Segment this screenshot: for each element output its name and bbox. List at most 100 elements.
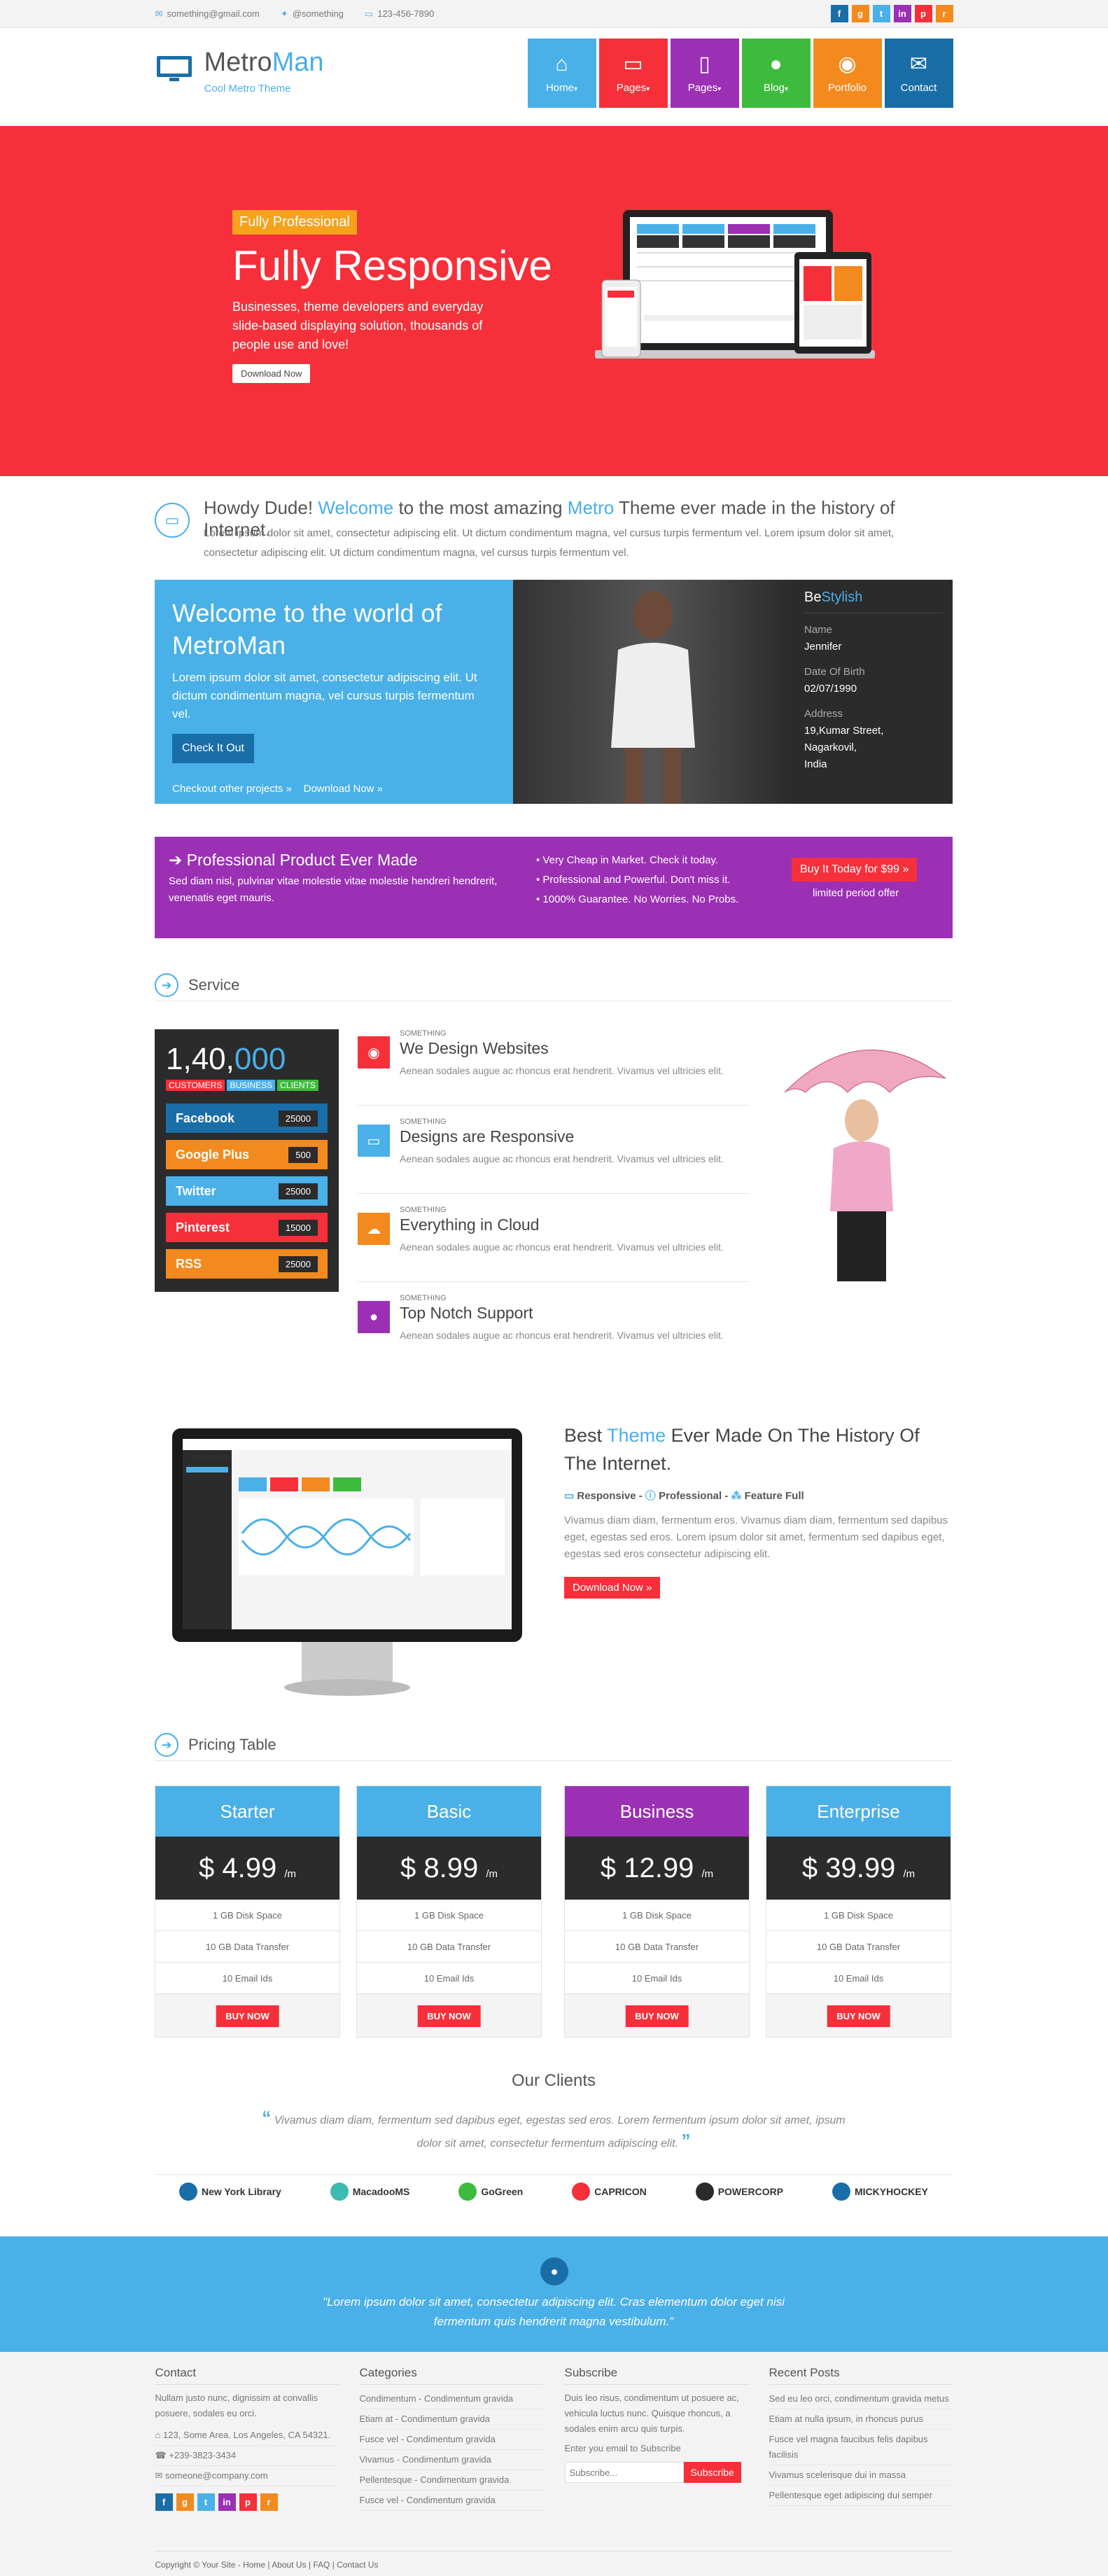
plan-price: $ 39.99 /m <box>766 1837 951 1900</box>
download-now-link[interactable]: Download Now » <box>304 783 383 795</box>
sitemap-icon: ⁂ <box>731 1490 742 1502</box>
category-link[interactable]: Vivamus - Condimentum gravida <box>359 2450 544 2470</box>
currency: $ <box>600 1853 617 1884</box>
linkedin-icon[interactable]: in <box>218 2493 236 2511</box>
google-plus-icon[interactable]: g <box>176 2493 194 2511</box>
model-photo <box>513 580 794 804</box>
service-heading: ➔ Service <box>155 973 953 1001</box>
divider <box>358 1281 750 1282</box>
stat-label: Twitter <box>176 1183 216 1198</box>
stat-label: RSS <box>176 1256 202 1271</box>
service-text: Aenean sodales augue ac rhoncus erat hen… <box>400 1153 724 1164</box>
price-value: 4.99 <box>222 1853 277 1884</box>
buy-now-button[interactable]: BUY NOW <box>417 2005 481 2027</box>
category-link[interactable]: Fusce vel - Condimentum gravida <box>359 2491 544 2511</box>
client-logo[interactable]: MacadooMS <box>330 2175 410 2208</box>
plan-name: Basic <box>357 1786 541 1837</box>
client-logo[interactable]: MICKYHOCKEY <box>832 2175 928 2208</box>
footer-email[interactable]: ✉ someone@company.com <box>155 2466 339 2486</box>
client-logo-mark <box>832 2182 850 2201</box>
service-text: Aenean sodales augue ac rhoncus erat hen… <box>400 1330 724 1341</box>
subscribe-button[interactable]: Subscribe <box>683 2462 741 2483</box>
plan-feature: 1 GB Disk Space <box>155 1900 339 1931</box>
stat-row-pinterest[interactable]: Pinterest 15000 <box>166 1213 328 1242</box>
footer-recent-posts: Recent Posts Sed eu leo orci, condimentu… <box>769 2366 953 2506</box>
feature-text: Lorem ipsum dolor sit amet, consectetur … <box>172 671 477 720</box>
other-projects-link[interactable]: Checkout other projects » <box>172 783 292 795</box>
promo-title: ➔ Professional Product Ever Made <box>169 851 418 869</box>
client-logo[interactable]: POWERCORP <box>695 2175 783 2208</box>
best-theme-title: Best Theme Ever Made On The History Of T… <box>564 1425 920 1474</box>
monitor-icon: ▭ <box>358 1125 390 1157</box>
price-period: /m <box>903 1868 916 1880</box>
envelope-icon: ✉ <box>155 2470 163 2481</box>
welcome-text: Lorem ipsum dolor sit amet, consectetur … <box>204 527 895 559</box>
stat-row-rss[interactable]: RSS 25000 <box>166 1249 328 1279</box>
copyright: Copyright © Your Site - Home | About Us … <box>155 2551 953 2570</box>
plan-feature: 10 GB Data Transfer <box>565 1931 749 1963</box>
pricing-plan-starter: Starter $ 4.99 /m 1 GB Disk Space 10 GB Dat… <box>155 1785 340 2038</box>
stat-row-facebook[interactable]: Facebook 25000 <box>166 1103 328 1133</box>
service-title: Everything in Cloud <box>400 1216 540 1234</box>
stat-chip: CUSTOMERS <box>166 1080 225 1091</box>
category-link[interactable]: Fusce vel - Condimentum gravida <box>359 2430 544 2450</box>
pricing-title: Pricing Table <box>188 1736 276 1753</box>
arrow-circle-icon: ➔ <box>155 973 178 997</box>
best-download-button[interactable]: Download Now » <box>564 1577 661 1599</box>
recent-post-link[interactable]: Etiam at nulla ipsum, in rhoncus purus <box>769 2409 953 2430</box>
check-it-out-button[interactable]: Check It Out <box>172 734 254 763</box>
buy-now-button[interactable]: BUY NOW <box>827 2005 890 2027</box>
client-name: MacadooMS <box>352 2186 410 2197</box>
recent-post-link[interactable]: Pellentesque eget adipiscing dui semper <box>769 2486 953 2506</box>
promo-text: Sed diam nisl, pulvinar vitae molestie v… <box>169 875 498 904</box>
pinterest-icon[interactable]: p <box>239 2493 257 2511</box>
plan-feature: 10 GB Data Transfer <box>155 1931 339 1963</box>
dob-value: 02/07/1990 <box>804 683 857 695</box>
plan-price: $ 8.99 /m <box>357 1837 541 1900</box>
promo-note: limited period offer <box>813 887 899 899</box>
rss-icon[interactable]: r <box>260 2493 278 2511</box>
price-value: 12.99 <box>624 1853 694 1884</box>
buy-today-button[interactable]: Buy It Today for $99 » <box>792 858 918 882</box>
plan-feature: 1 GB Disk Space <box>357 1900 541 1931</box>
recent-post-link[interactable]: Fusce vel magna faucibus felis dapibus f… <box>769 2430 953 2465</box>
plan-feature: 10 Email Ids <box>155 1963 339 1994</box>
footer-categories-title: Categories <box>359 2366 544 2385</box>
facebook-icon[interactable]: f <box>155 2493 173 2511</box>
price-period: /m <box>486 1868 498 1880</box>
stat-value: 500 <box>288 1146 318 1163</box>
stat-value: 25000 <box>278 1183 318 1199</box>
buy-now-button[interactable]: BUY NOW <box>625 2005 689 2027</box>
cloud-icon: ☁ <box>358 1213 390 1245</box>
buy-now-button[interactable]: BUY NOW <box>216 2005 279 2027</box>
stat-row-twitter[interactable]: Twitter 25000 <box>166 1176 328 1206</box>
client-logo[interactable]: GoGreen <box>458 2175 523 2208</box>
service-title: Designs are Responsive <box>400 1127 575 1146</box>
footer-subscribe-text: Duis leo risus, condimentum ut posuere a… <box>564 2393 739 2434</box>
promo-banner: ➔ Professional Product Ever Made Sed dia… <box>155 837 953 938</box>
category-link[interactable]: Condimentum - Condimentum gravida <box>359 2389 544 2409</box>
quote-open-icon: “ <box>262 2107 272 2128</box>
footer-categories: Categories Condimentum - Condimentum gra… <box>359 2366 544 2511</box>
category-link[interactable]: Etiam at - Condimentum gravida <box>359 2409 544 2430</box>
footer-subscribe: Subscribe Duis leo risus, condimentum ut… <box>564 2366 749 2483</box>
address-value: 19,Kumar Street, Nagarkovil, India <box>804 725 884 770</box>
client-logo-mark <box>458 2182 477 2201</box>
pricing-plan-enterprise: Enterprise $ 39.99 /m 1 GB Disk Space 10 GB… <box>766 1785 951 2038</box>
client-logo-mark <box>572 2182 591 2201</box>
stat-value: 15000 <box>278 1219 318 1236</box>
stat-row-google-plus[interactable]: Google Plus 500 <box>166 1140 328 1169</box>
recent-post-link[interactable]: Vivamus scelerisque dui in massa <box>769 2465 953 2486</box>
feature-block: Welcome to the world of MetroMan Lorem i… <box>155 580 953 804</box>
subscribe-input[interactable] <box>564 2462 684 2483</box>
category-link[interactable]: Pellentesque - Condimentum gravida <box>359 2470 544 2491</box>
plan-feature: 10 Email Ids <box>766 1963 951 1994</box>
dob-label: Date Of Birth <box>804 666 865 678</box>
twitter-icon[interactable]: t <box>197 2493 215 2511</box>
price-value: 8.99 <box>423 1853 479 1884</box>
testimonial-text: "Lorem ipsum dolor sit amet, consectetur… <box>323 2295 785 2328</box>
client-logo[interactable]: New York Library <box>178 2175 281 2208</box>
footer-social-links: f g t in p r <box>155 2493 339 2511</box>
recent-post-link[interactable]: Sed eu leo orci, condimentum gravida met… <box>769 2389 953 2409</box>
client-logo[interactable]: CAPRICON <box>572 2175 647 2208</box>
